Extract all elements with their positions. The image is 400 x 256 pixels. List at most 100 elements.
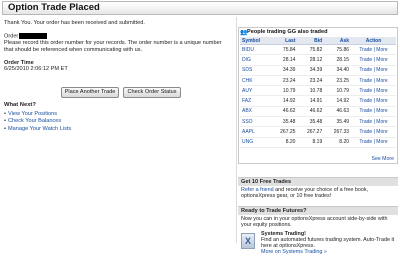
last-cell: 14.92	[270, 95, 298, 107]
symbol-cell[interactable]: UNG	[240, 137, 271, 148]
futures-panel: Ready to Trade Futures? Now you can in y…	[238, 206, 398, 255]
table-row: AAPL 267.25 267.27 267.33 Trade | More	[240, 126, 396, 138]
table-row: ABX 46.62 46.62 46.63 Trade | More	[240, 106, 396, 118]
action-cell[interactable]: Trade | More	[351, 106, 396, 118]
table-row: FAZ 14.92 14.91 14.92 Trade | More	[240, 95, 396, 107]
link-manage-watch-lists[interactable]: Manage Your Watch Lists	[4, 126, 71, 134]
systems-trading-block: X Systems Trading! Find an automated fut…	[241, 231, 398, 255]
free-trades-heading: Get 10 Free Trades	[238, 177, 398, 186]
symbol-cell[interactable]: FAZ	[240, 95, 271, 107]
last-cell: 75.84	[270, 44, 298, 56]
people-trading-header: 👥 People trading GG also traded	[239, 28, 397, 37]
action-cell[interactable]: Trade | More	[351, 85, 396, 97]
check-order-status-button[interactable]: Check Order Status	[123, 87, 181, 98]
confirmation-panel: Thank You. Your order has been received …	[4, 20, 232, 133]
order-number-row: Order	[4, 32, 232, 40]
action-cell[interactable]: Trade | More	[351, 54, 396, 66]
what-next-heading: What Next?	[4, 102, 36, 108]
quotes-body: BIDU 75.84 75.82 75.86 Trade | More DIG 28.14 2…	[240, 44, 396, 148]
action-cell[interactable]: Trade | More	[351, 75, 396, 87]
table-row: SSO 35.48 35.48 35.49 Trade | More	[240, 116, 396, 128]
bid-cell: 267.27	[297, 126, 325, 138]
refer-friend-link[interactable]: Refer a friend	[241, 187, 274, 193]
col-bid: Bid	[297, 37, 325, 45]
col-symbol: Symbol	[240, 37, 271, 45]
bid-cell: 75.82	[297, 44, 325, 56]
column-divider	[236, 17, 237, 243]
table-row: CHK 23.24 23.24 23.25 Trade | More	[240, 75, 396, 87]
table-row: BIDU 75.84 75.82 75.86 Trade | More	[240, 44, 396, 56]
order-label: Order	[4, 33, 19, 40]
page-title: Option Trade Placed	[8, 2, 100, 13]
quotes-table: Symbol Last Bid Ask Action BIDU 75.84 75.8…	[240, 37, 396, 148]
last-cell: 10.79	[270, 85, 298, 97]
order-note: Please record this order number for your…	[4, 40, 222, 53]
action-cell[interactable]: Trade | More	[351, 126, 396, 138]
table-row: SDS 34.39 34.39 34.40 Trade | More	[240, 65, 396, 76]
bid-cell: 46.62	[297, 106, 325, 118]
action-cell[interactable]: Trade | More	[351, 116, 396, 128]
ask-cell: 28.15	[324, 54, 352, 66]
link-view-positions[interactable]: View Your Positions	[4, 111, 71, 119]
last-cell: 267.25	[270, 126, 298, 138]
ask-cell: 34.40	[324, 65, 352, 76]
link-check-balances[interactable]: Check Your Balances	[4, 118, 71, 126]
action-cell[interactable]: Trade | More	[351, 95, 396, 107]
ask-cell: 8.20	[324, 137, 352, 148]
order-time-label: Order Time	[4, 59, 34, 66]
last-cell: 46.62	[270, 106, 298, 118]
action-cell[interactable]: Trade | More	[351, 44, 396, 56]
col-last: Last	[270, 37, 298, 45]
ask-cell: 10.79	[324, 85, 352, 97]
systems-trading-icon: X	[241, 232, 255, 249]
symbol-cell[interactable]: DIG	[240, 54, 271, 66]
futures-text: Now you can in your optionsXpress accoun…	[241, 216, 388, 229]
bid-cell: 28.12	[297, 54, 325, 66]
systems-trading-text: Find an automated futures trading system…	[261, 237, 395, 250]
col-action: Action	[351, 37, 396, 45]
ask-cell: 267.33	[324, 126, 352, 138]
ask-cell: 14.92	[324, 95, 352, 107]
last-cell: 35.48	[270, 116, 298, 128]
symbol-cell[interactable]: SSO	[240, 116, 271, 128]
thank-you-message: Thank You. Your order has been received …	[4, 20, 145, 26]
page-header: Option Trade Placed	[2, 1, 398, 15]
symbol-cell[interactable]: SDS	[240, 65, 271, 76]
free-trades-text: Refer a friend and receive your choice o…	[241, 187, 398, 200]
systems-trading-link[interactable]: More on Systems Trading »	[261, 249, 398, 255]
table-row: DIG 28.14 28.12 28.15 Trade | More	[240, 54, 396, 66]
bid-cell: 35.48	[297, 116, 325, 128]
last-cell: 28.14	[270, 54, 298, 66]
people-icon: 👥	[240, 30, 248, 36]
action-cell[interactable]: Trade | More	[351, 137, 396, 148]
bid-cell: 10.78	[297, 85, 325, 97]
action-cell[interactable]: Trade | More	[351, 65, 396, 76]
bid-cell: 14.91	[297, 95, 325, 107]
see-more-link[interactable]: See More	[372, 156, 395, 162]
futures-heading: Ready to Trade Futures?	[238, 206, 398, 215]
free-trades-panel: Get 10 Free Trades Refer a friend and re…	[238, 177, 398, 200]
bid-cell: 34.39	[297, 65, 325, 76]
order-time-value: 6/25/2010 2:06:12 PM ET	[4, 66, 68, 73]
last-cell: 8.20	[270, 137, 298, 148]
what-next-section: What Next? View Your Positions Check You…	[4, 102, 71, 133]
last-cell: 23.24	[270, 75, 298, 87]
place-another-trade-button[interactable]: Place Another Trade	[61, 87, 119, 98]
ask-cell: 23.25	[324, 75, 352, 87]
bid-cell: 8.19	[297, 137, 325, 148]
ask-cell: 35.49	[324, 116, 352, 128]
symbol-cell[interactable]: AUY	[240, 85, 271, 97]
symbol-cell[interactable]: CHK	[240, 75, 271, 87]
people-trading-panel: 👥 People trading GG also traded Symbol L…	[238, 27, 398, 164]
bid-cell: 23.24	[297, 75, 325, 87]
symbol-cell[interactable]: AAPL	[240, 126, 271, 138]
ask-cell: 46.63	[324, 106, 352, 118]
table-row: UNG 8.20 8.19 8.20 Trade | More	[240, 137, 396, 148]
symbol-cell[interactable]: ABX	[240, 106, 271, 118]
symbol-cell[interactable]: BIDU	[240, 44, 271, 56]
last-cell: 34.39	[270, 65, 298, 76]
col-ask: Ask	[324, 37, 352, 45]
people-trading-title: People trading GG also traded	[247, 29, 328, 35]
table-row: AUY 10.79 10.78 10.79 Trade | More	[240, 85, 396, 97]
order-number-redacted	[19, 32, 48, 39]
